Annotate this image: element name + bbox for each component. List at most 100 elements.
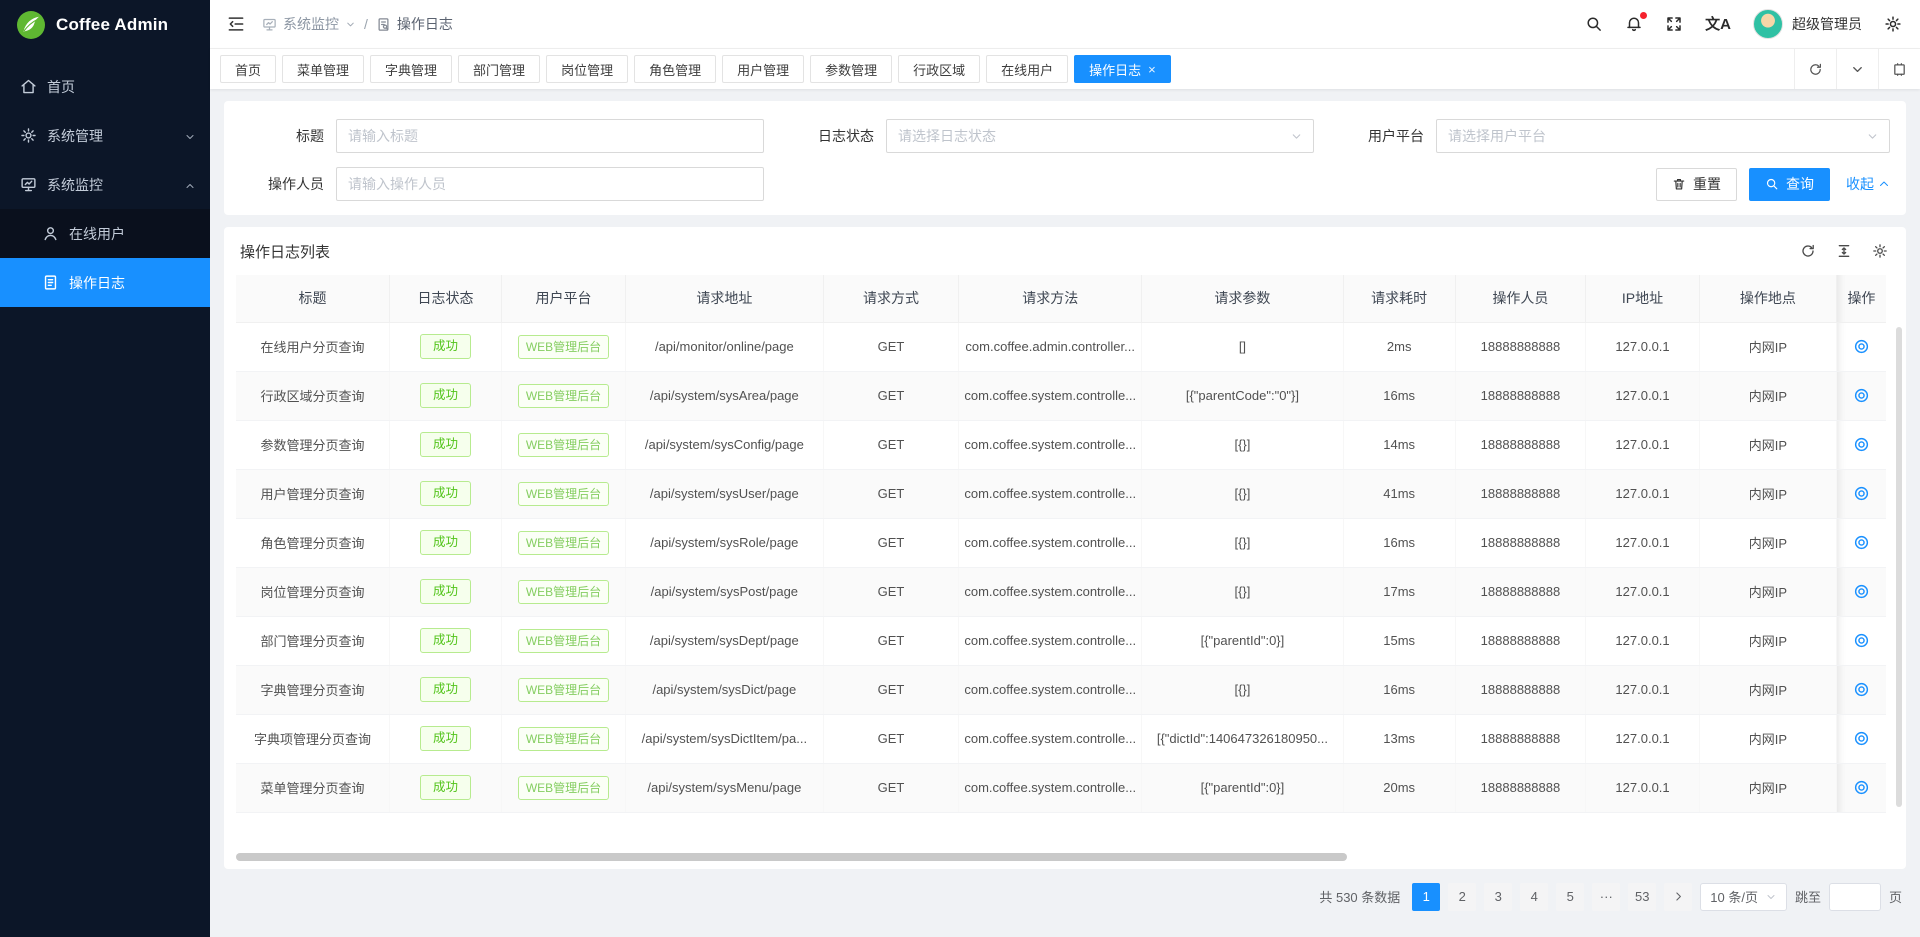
platform-badge: WEB管理后台 <box>518 384 609 408</box>
cell-method: GET <box>823 420 958 469</box>
status-badge: 成功 <box>420 775 471 800</box>
sidebar-item-operation-log[interactable]: 操作日志 <box>0 258 210 307</box>
app-logo[interactable]: Coffee Admin <box>0 0 210 50</box>
tab-字典管理[interactable]: 字典管理 <box>370 55 452 83</box>
table-row: 行政区域分页查询成功WEB管理后台/api/system/sysArea/pag… <box>236 371 1886 420</box>
refresh-table-icon[interactable] <box>1800 243 1816 259</box>
tab-操作日志[interactable]: 操作日志× <box>1074 55 1171 83</box>
cell-duration: 2ms <box>1343 322 1455 371</box>
chevron-down-icon <box>184 130 196 142</box>
user-platform-select[interactable]: 请选择用户平台 <box>1436 119 1890 153</box>
reset-button[interactable]: 重置 <box>1656 168 1737 201</box>
sidebar-item-label: 首页 <box>47 77 75 97</box>
cell-location: 内网IP <box>1699 420 1836 469</box>
tab-label: 用户管理 <box>737 60 789 79</box>
tab-部门管理[interactable]: 部门管理 <box>458 55 540 83</box>
title-input[interactable] <box>348 128 752 144</box>
page-settings-icon[interactable] <box>1884 15 1902 33</box>
view-detail-icon[interactable] <box>1853 632 1870 649</box>
view-detail-icon[interactable] <box>1853 387 1870 404</box>
table-row: 参数管理分页查询成功WEB管理后台/api/system/sysConfig/p… <box>236 420 1886 469</box>
tab-岗位管理[interactable]: 岗位管理 <box>546 55 628 83</box>
platform-badge: WEB管理后台 <box>518 629 609 653</box>
log-status-select[interactable]: 请选择日志状态 <box>886 119 1314 153</box>
submenu-system-monitor: 在线用户 操作日志 <box>0 209 210 307</box>
cell-operator: 18888888888 <box>1455 714 1585 763</box>
tab-用户管理[interactable]: 用户管理 <box>722 55 804 83</box>
operator-input[interactable] <box>348 176 752 192</box>
sidebar-item-system-management[interactable]: 系统管理 <box>0 111 210 160</box>
view-detail-icon[interactable] <box>1853 583 1870 600</box>
cell-title: 字典项管理分页查询 <box>236 714 389 763</box>
breadcrumb-section[interactable]: 系统监控 <box>262 14 356 34</box>
vertical-scrollbar-thumb[interactable] <box>1896 327 1902 807</box>
status-badge: 成功 <box>420 432 471 457</box>
view-detail-icon[interactable] <box>1853 534 1870 551</box>
next-page-button[interactable] <box>1664 883 1692 911</box>
view-detail-icon[interactable] <box>1853 485 1870 502</box>
cell-status: 成功 <box>389 714 501 763</box>
cell-method: GET <box>823 616 958 665</box>
sidebar-item-online-users[interactable]: 在线用户 <box>0 209 210 258</box>
cell-location: 内网IP <box>1699 322 1836 371</box>
cell-operator: 18888888888 <box>1455 665 1585 714</box>
view-detail-icon[interactable] <box>1853 338 1870 355</box>
cell-platform: WEB管理后台 <box>502 714 626 763</box>
cell-actions <box>1836 616 1886 665</box>
chevron-down-icon <box>1290 130 1303 143</box>
column-settings-icon[interactable] <box>1872 243 1888 259</box>
horizontal-scrollbar-thumb[interactable] <box>236 853 1347 861</box>
view-detail-icon[interactable] <box>1853 681 1870 698</box>
tab-在线用户[interactable]: 在线用户 <box>986 55 1068 83</box>
tab-首页[interactable]: 首页 <box>220 55 276 83</box>
row-height-icon[interactable] <box>1836 243 1852 259</box>
view-detail-icon[interactable] <box>1853 779 1870 796</box>
page-list: 12345 ··· 53 <box>1412 883 1656 911</box>
cell-title: 岗位管理分页查询 <box>236 567 389 616</box>
fullscreen-icon[interactable] <box>1665 15 1683 33</box>
tab-角色管理[interactable]: 角色管理 <box>634 55 716 83</box>
query-button[interactable]: 查询 <box>1749 168 1830 201</box>
menu-fold-icon[interactable] <box>226 14 246 34</box>
page-size-select[interactable]: 10 条/页 <box>1700 883 1787 911</box>
breadcrumb-page-label: 操作日志 <box>397 14 453 34</box>
app-root: Coffee Admin 首页 系统管理 <box>0 0 1920 937</box>
search-icon[interactable] <box>1585 15 1603 33</box>
tab-菜单管理[interactable]: 菜单管理 <box>282 55 364 83</box>
cell-url: /api/system/sysMenu/page <box>625 763 823 812</box>
sidebar-item-system-monitor[interactable]: 系统监控 <box>0 160 210 209</box>
status-badge: 成功 <box>420 383 471 408</box>
page-button-53[interactable]: 53 <box>1628 883 1656 911</box>
refresh-page-icon[interactable] <box>1794 49 1836 89</box>
tab-close-icon[interactable]: × <box>1148 63 1156 76</box>
user-menu[interactable]: 超级管理员 <box>1753 9 1862 39</box>
cell-handler: com.coffee.system.controlle... <box>959 763 1142 812</box>
content-maximize-icon[interactable] <box>1878 49 1920 89</box>
cell-duration: 41ms <box>1343 469 1455 518</box>
translate-icon[interactable]: 文A <box>1705 17 1731 32</box>
page-button-2[interactable]: 2 <box>1448 883 1476 911</box>
tab-参数管理[interactable]: 参数管理 <box>810 55 892 83</box>
tab-actions <box>1794 49 1920 89</box>
trash-icon <box>1672 177 1686 191</box>
page-button-5[interactable]: 5 <box>1556 883 1584 911</box>
cell-actions <box>1836 469 1886 518</box>
collapse-form-link[interactable]: 收起 <box>1846 174 1890 194</box>
cell-url: /api/system/sysDictItem/pa... <box>625 714 823 763</box>
jump-page-input[interactable] <box>1829 883 1881 911</box>
page-button-1[interactable]: 1 <box>1412 883 1440 911</box>
page-button-3[interactable]: 3 <box>1484 883 1512 911</box>
more-pages-indicator[interactable]: ··· <box>1592 883 1620 911</box>
page-button-4[interactable]: 4 <box>1520 883 1548 911</box>
cell-duration: 20ms <box>1343 763 1455 812</box>
sidebar-item-home[interactable]: 首页 <box>0 62 210 111</box>
cell-operator: 18888888888 <box>1455 420 1585 469</box>
cell-location: 内网IP <box>1699 518 1836 567</box>
view-detail-icon[interactable] <box>1853 436 1870 453</box>
platform-badge: WEB管理后台 <box>518 580 609 604</box>
notification-bell-icon[interactable] <box>1625 15 1643 33</box>
tab-menu-chevron-icon[interactable] <box>1836 49 1878 89</box>
sidebar-item-label: 系统监控 <box>47 175 103 195</box>
view-detail-icon[interactable] <box>1853 730 1870 747</box>
tab-行政区域[interactable]: 行政区域 <box>898 55 980 83</box>
